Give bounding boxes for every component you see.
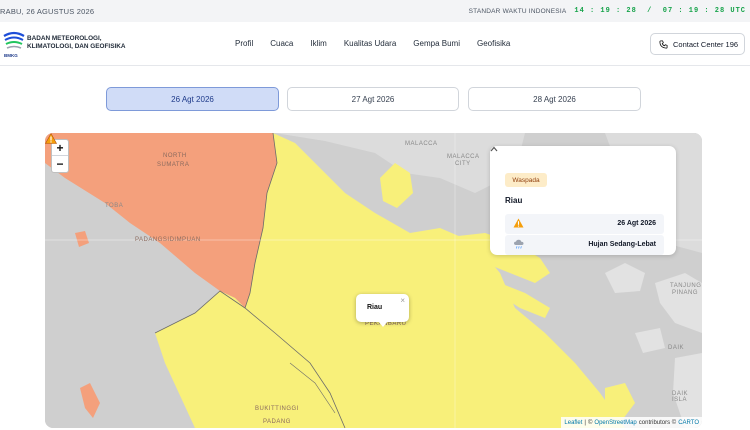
main-nav: Profil Cuaca Iklim Kualitas Udara Gempa … bbox=[235, 39, 527, 48]
warning-icon bbox=[513, 218, 524, 228]
nav-iklim[interactable]: Iklim bbox=[310, 39, 326, 48]
clock: 14 : 19 : 28 / 07 : 19 : 28 UTC bbox=[574, 7, 746, 15]
nav-geofisika[interactable]: Geofisika bbox=[477, 39, 510, 48]
map-label-malacca: MALACCA bbox=[405, 141, 438, 147]
time-area: STANDAR WAKTU INDONESIA 14 : 19 : 28 / 0… bbox=[469, 7, 746, 15]
map-label-padang: PADANG bbox=[263, 419, 291, 425]
site-header: BMKG BADAN METEOROLOGI, KLIMATOLOGI, DAN… bbox=[0, 22, 750, 66]
map-label-padangsidimpuan: PADANGSIDIMPUAN bbox=[135, 237, 201, 243]
warning-marker-icon[interactable] bbox=[45, 133, 57, 144]
map-label-north: NORTH bbox=[163, 153, 187, 159]
contact-center-button[interactable]: Contact Center 196 bbox=[650, 33, 745, 55]
zoom-control: + − bbox=[51, 139, 69, 173]
zoom-out-button[interactable]: − bbox=[52, 156, 68, 172]
map-label-bukittinggi: BUKITTINGGI bbox=[255, 406, 299, 412]
contact-center-label: Contact Center 196 bbox=[673, 39, 739, 49]
chevron-up-icon[interactable] bbox=[490, 146, 498, 152]
leaflet-link[interactable]: Leaflet bbox=[564, 420, 582, 426]
popup-tip bbox=[378, 321, 388, 327]
attribution-separator: | bbox=[584, 419, 586, 426]
popup-close-button[interactable]: × bbox=[400, 296, 405, 305]
carto-link[interactable]: CARTO bbox=[678, 420, 699, 426]
nav-cuaca[interactable]: Cuaca bbox=[270, 39, 293, 48]
warning-map[interactable]: + − NORTH SUMATRA PADANGSIDIMPUAN MALACC… bbox=[45, 133, 702, 428]
panel-date: 26 Agt 2026 bbox=[617, 220, 656, 227]
logo-text: BMKG bbox=[4, 53, 18, 58]
map-label-malacca-city: MALACCA bbox=[447, 154, 480, 160]
brand-line-1: BADAN METEOROLOGI, bbox=[27, 35, 102, 42]
current-date: RABU, 26 AGUSTUS 2026 bbox=[0, 6, 95, 16]
tab-date-2[interactable]: 27 Agt 2026 bbox=[287, 87, 459, 111]
map-label-malacca-city-2: CITY bbox=[455, 161, 471, 167]
nav-kualitas-udara[interactable]: Kualitas Udara bbox=[344, 39, 396, 48]
panel-weather: Hujan Sedang-Lebat bbox=[588, 241, 656, 248]
map-label-daik-island: DAIK ISLA bbox=[672, 391, 689, 403]
panel-weather-row: Hujan Sedang-Lebat bbox=[505, 235, 664, 255]
tab-date-3[interactable]: 28 Agt 2026 bbox=[468, 87, 641, 111]
rain-cloud-icon bbox=[514, 239, 524, 249]
attribution-contributors: contributors © bbox=[638, 419, 677, 426]
nav-profil[interactable]: Profil bbox=[235, 39, 253, 48]
nav-gempa-bumi[interactable]: Gempa Bumi bbox=[413, 39, 460, 48]
map-label-toba: TOBA bbox=[105, 203, 124, 209]
timezone-label: STANDAR WAKTU INDONESIA bbox=[468, 7, 567, 15]
tab-date-1[interactable]: 26 Agt 2026 bbox=[106, 87, 279, 111]
map-label-daik: DAIK bbox=[668, 345, 685, 351]
region-popup: Riau × bbox=[356, 294, 409, 322]
status-badge: Waspada bbox=[505, 173, 547, 187]
popup-title: Riau bbox=[367, 304, 383, 311]
osm-link[interactable]: OpenStreetMap bbox=[594, 420, 636, 426]
map-attribution: Leaflet | © OpenStreetMap contributors ©… bbox=[561, 417, 702, 428]
panel-region-name: Riau bbox=[505, 196, 523, 205]
top-bar: RABU, 26 AGUSTUS 2026 STANDAR WAKTU INDO… bbox=[0, 0, 750, 22]
brand-line-2: KLIMATOLOGI, DAN GEOFISIKA bbox=[27, 43, 126, 50]
phone-icon bbox=[659, 39, 668, 49]
panel-date-row: 26 Agt 2026 bbox=[505, 214, 664, 234]
brand-name: BADAN METEOROLOGI, KLIMATOLOGI, DAN GEOF… bbox=[27, 35, 137, 51]
map-label-sumatra: SUMATRA bbox=[157, 162, 190, 168]
attribution-copy: © bbox=[587, 419, 593, 426]
warning-info-panel: Waspada Riau 26 Agt 2026 Hujan Sedang-Le… bbox=[490, 146, 676, 255]
map-label-tanjung: TANJUNG bbox=[670, 283, 702, 289]
map-label-pinang: PINANG bbox=[672, 290, 699, 296]
